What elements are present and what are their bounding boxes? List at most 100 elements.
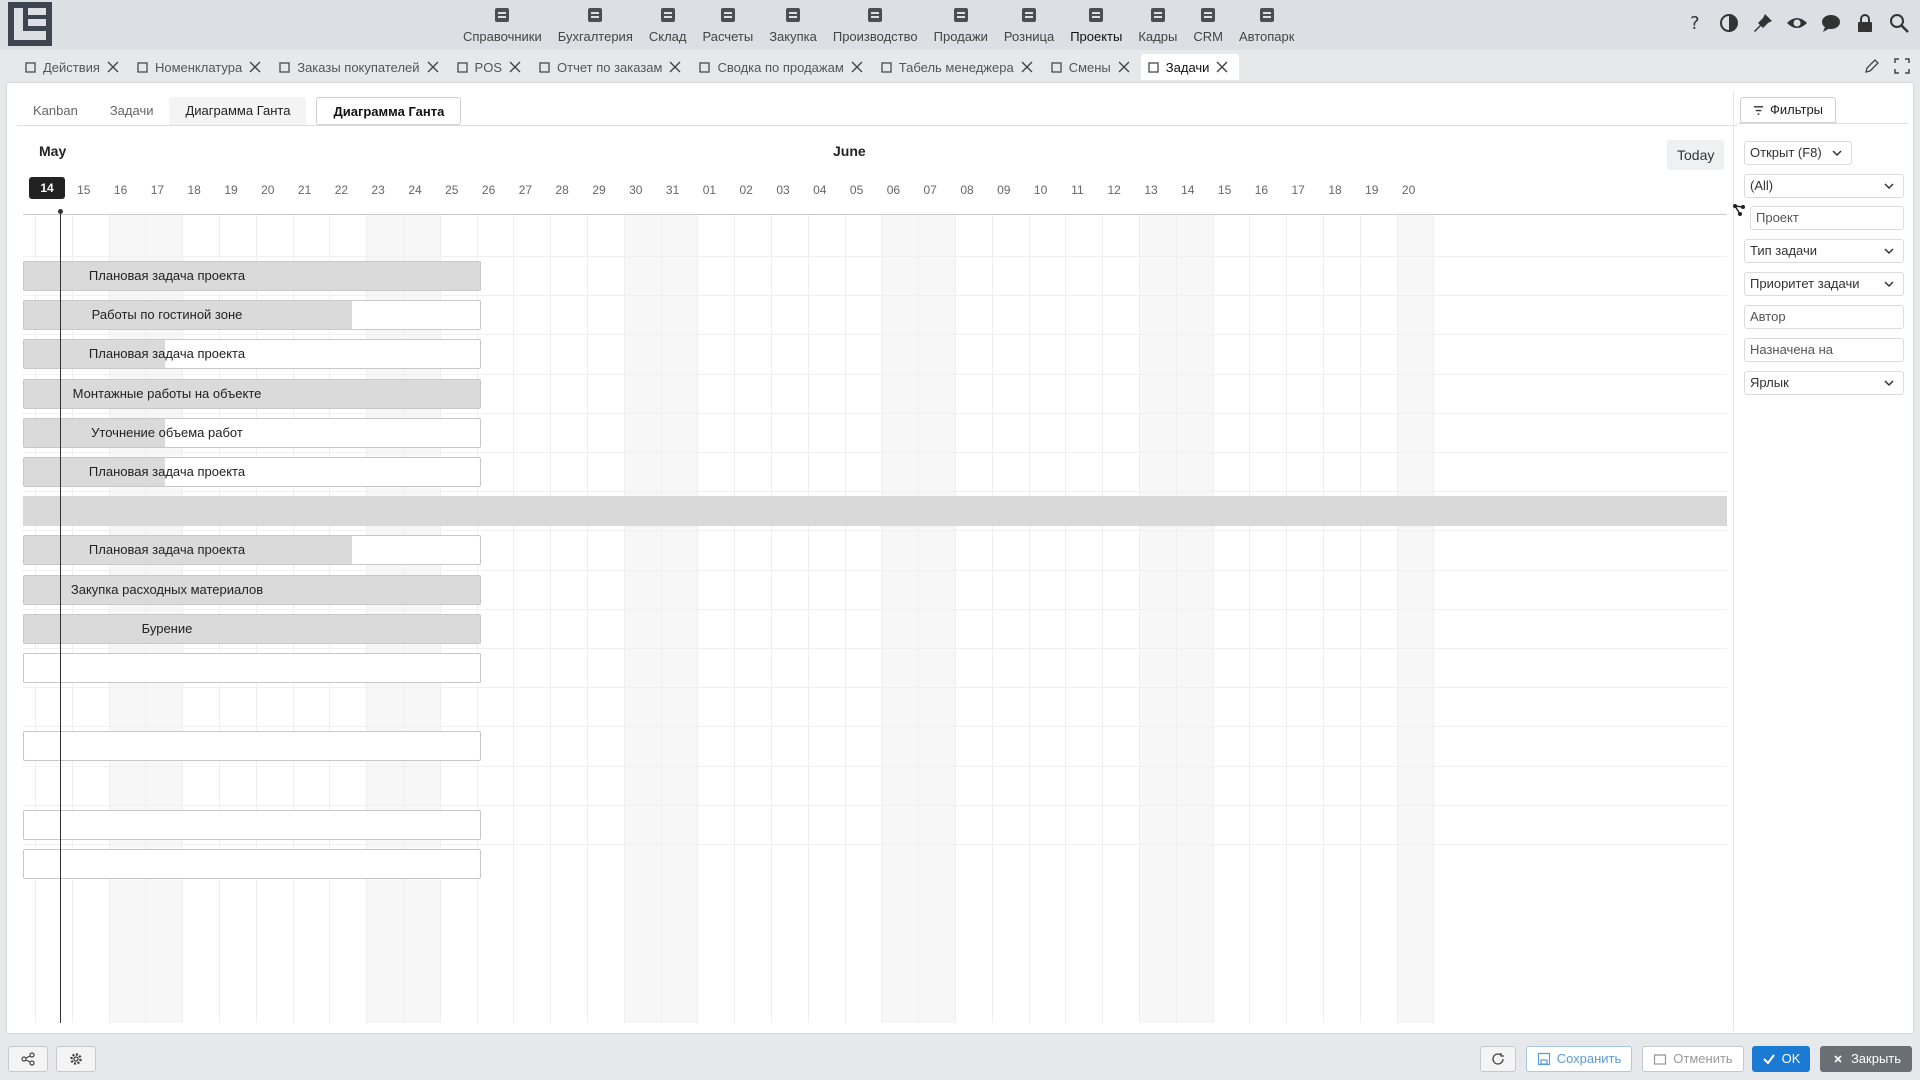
close-tab-icon[interactable] bbox=[106, 60, 120, 74]
grid-line bbox=[623, 215, 625, 1023]
nav-item[interactable]: Проекты bbox=[1062, 0, 1130, 50]
nav-item[interactable]: Справочники bbox=[455, 0, 550, 50]
close-tab-icon[interactable] bbox=[1215, 60, 1229, 74]
chat-icon[interactable] bbox=[1820, 12, 1842, 34]
nav-item-label: CRM bbox=[1193, 29, 1223, 44]
task-bar[interactable]: Бурение bbox=[23, 613, 481, 644]
document-tab[interactable]: POS bbox=[450, 54, 532, 80]
day-label: 14 bbox=[1181, 183, 1195, 197]
close-tab-icon[interactable] bbox=[248, 60, 262, 74]
document-tab[interactable]: Смены bbox=[1044, 54, 1141, 80]
task-label: Уточнение объема работ bbox=[91, 424, 243, 440]
settings-button[interactable] bbox=[56, 1046, 96, 1072]
project-filter-input[interactable]: Проект bbox=[1750, 206, 1904, 230]
help-icon[interactable]: ? bbox=[1684, 12, 1706, 34]
author-filter-input[interactable]: Автор bbox=[1744, 305, 1904, 329]
nav-item[interactable]: Бухгалтерия bbox=[550, 0, 641, 50]
close-tab-icon[interactable] bbox=[1020, 60, 1034, 74]
all-filter-value: (All) bbox=[1750, 178, 1774, 193]
chevron-down-icon bbox=[1884, 380, 1894, 387]
priority-filter-select[interactable]: Приоритет задачи bbox=[1744, 272, 1904, 296]
chevron-down-icon bbox=[1832, 150, 1842, 157]
grid-line bbox=[807, 215, 809, 1023]
eye-icon[interactable] bbox=[1786, 12, 1808, 34]
nav-item[interactable]: Продажи bbox=[926, 0, 996, 50]
nav-item[interactable]: Производство bbox=[825, 0, 926, 50]
task-bar[interactable] bbox=[23, 849, 481, 879]
close-tab-icon[interactable] bbox=[508, 60, 522, 74]
task-bar[interactable] bbox=[23, 731, 481, 762]
task-bar[interactable]: Плановая задача проекта bbox=[23, 339, 481, 370]
today-line bbox=[60, 211, 61, 1023]
label-filter-select[interactable]: Ярлык bbox=[1744, 371, 1904, 395]
share-button[interactable] bbox=[8, 1046, 48, 1072]
status-filter-select[interactable]: Открыт (F8) bbox=[1744, 141, 1852, 165]
close-tab-icon[interactable] bbox=[426, 60, 440, 74]
today-button[interactable]: Today bbox=[1667, 140, 1725, 170]
refresh-button[interactable] bbox=[1480, 1046, 1516, 1072]
save-button[interactable]: Сохранить bbox=[1526, 1046, 1632, 1072]
nav-item[interactable]: Автопарк bbox=[1231, 0, 1303, 50]
ok-button-label: OK bbox=[1781, 1051, 1801, 1066]
nav-item[interactable]: CRM bbox=[1185, 0, 1231, 50]
filters-tab[interactable]: Фильтры bbox=[1740, 97, 1837, 123]
search-icon[interactable] bbox=[1888, 12, 1910, 34]
cancel-button[interactable]: Отменить bbox=[1642, 1046, 1744, 1072]
grid-line bbox=[955, 215, 956, 1023]
task-bar[interactable]: Работы по гостиной зоне bbox=[23, 300, 481, 331]
app-logo-icon[interactable] bbox=[8, 2, 52, 46]
ok-button[interactable]: OK bbox=[1752, 1046, 1810, 1072]
document-tab[interactable]: Табель менеджера bbox=[874, 54, 1044, 80]
day-label: 15 bbox=[1217, 183, 1232, 197]
task-bar[interactable]: Закупка расходных материалов bbox=[23, 574, 481, 605]
document-tab[interactable]: Номенклатура bbox=[130, 54, 272, 80]
day-label: 14 bbox=[29, 177, 65, 199]
pin-icon[interactable] bbox=[1752, 12, 1774, 34]
close-tab-icon[interactable] bbox=[850, 60, 864, 74]
document-tab[interactable]: Действия bbox=[18, 54, 130, 80]
share-icon bbox=[21, 1052, 35, 1066]
tab-gantt-active[interactable]: Диаграмма Ганта bbox=[316, 97, 462, 125]
contrast-icon[interactable] bbox=[1718, 12, 1740, 34]
task-bar[interactable]: Плановая задача проекта bbox=[23, 535, 481, 566]
grid-line bbox=[1359, 215, 1361, 1023]
nav-item[interactable]: Розница bbox=[996, 0, 1062, 50]
nav-item[interactable]: Расчеты bbox=[694, 0, 761, 50]
lock-icon[interactable] bbox=[1854, 12, 1876, 34]
tab-gantt[interactable]: Диаграмма Ганта bbox=[169, 97, 307, 125]
task-bar[interactable] bbox=[23, 809, 481, 840]
task-type-filter-select[interactable]: Тип задачи bbox=[1744, 239, 1904, 263]
filters-tab-label: Фильтры bbox=[1770, 102, 1824, 117]
nav-item-label: Производство bbox=[832, 29, 918, 44]
fullscreen-icon[interactable] bbox=[1894, 58, 1910, 74]
task-bar[interactable]: Плановая задача проекта bbox=[23, 457, 481, 487]
day-label: 16 bbox=[1254, 183, 1269, 197]
edit-icon[interactable] bbox=[1864, 58, 1880, 74]
document-tab[interactable]: Задачи bbox=[1140, 54, 1240, 80]
nav-item[interactable]: Кадры bbox=[1130, 0, 1185, 50]
nav-item[interactable]: Закупка bbox=[761, 0, 825, 50]
save-icon bbox=[1537, 1052, 1550, 1066]
row-line bbox=[23, 530, 1727, 532]
nav-item[interactable]: Склад bbox=[641, 0, 695, 50]
close-tab-icon[interactable] bbox=[668, 60, 682, 74]
document-tab[interactable]: Отчет по заказам bbox=[532, 54, 692, 80]
task-bar[interactable] bbox=[23, 653, 481, 683]
document-tab-label: Действия bbox=[43, 59, 100, 75]
task-bar[interactable]: Уточнение объема работ bbox=[23, 417, 481, 448]
tab-kanban[interactable]: Kanban bbox=[17, 97, 94, 125]
tab-tasks[interactable]: Задачи bbox=[94, 97, 170, 125]
document-tab-tools bbox=[1864, 58, 1910, 74]
document-tab[interactable]: Заказы покупателей bbox=[272, 54, 449, 80]
all-filter-select[interactable]: (All) bbox=[1744, 174, 1904, 198]
task-bar[interactable]: Плановая задача проекта bbox=[23, 261, 481, 291]
nav-item-label: Автопарк bbox=[1238, 29, 1295, 44]
close-tab-icon[interactable] bbox=[1117, 60, 1131, 74]
contact-card-icon bbox=[1201, 8, 1216, 22]
grid-line bbox=[660, 215, 662, 1023]
document-tab[interactable]: Сводка по продажам bbox=[692, 54, 873, 80]
assigned-filter-input[interactable]: Назначена на bbox=[1744, 338, 1904, 362]
task-bar[interactable]: Монтажные работы на объекте bbox=[23, 378, 481, 409]
cancel-icon bbox=[1654, 1054, 1667, 1065]
close-button[interactable]: Закрыть bbox=[1820, 1046, 1912, 1072]
